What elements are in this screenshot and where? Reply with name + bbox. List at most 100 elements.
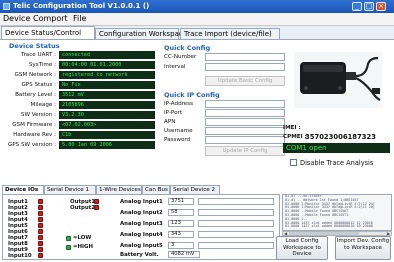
scrollbar-thumb[interactable] [289,232,359,235]
gps-sw-version-label: GPS SW version : [7,142,56,148]
tab-serial-device-1[interactable]: Serial Device 1 [44,185,96,194]
gsm-network-value: registered to network [59,71,155,79]
disable-trace-checkbox[interactable] [290,159,297,166]
input8-led [38,241,43,246]
tab-can-bus[interactable]: Can Bus [142,185,170,194]
password-label: Password [164,137,191,143]
tracker-device-image [294,52,382,108]
systime-label: SysTime : [28,62,56,68]
gps-sw-version-value: 5.00 Jan 09 2006 [59,141,155,149]
analog-input4-value: 343 [168,231,194,238]
low-legend-label: =LOW [73,235,92,241]
imei-label: IMEI : [283,125,301,131]
analog-input-label: Analog Input1 [120,199,163,205]
analog-input-label: Analog Input4 [120,232,163,238]
gsm-firmware-label: GSM Firmware : [12,122,56,128]
cpmei-label: CPMEI : [283,134,307,140]
load-config-to-device-button[interactable]: Load Config Workspace to Device [276,236,328,260]
analog-input1-value: 3751 [168,198,194,205]
trace-uart-label: Trace UART : [20,52,56,58]
tab-serial-device-2[interactable]: Serial Device 2 [170,185,220,194]
ip-port-label: IP-Port [164,110,183,116]
menu-bar: Device Comport File [0,13,394,26]
ip-port-input[interactable] [205,109,285,117]
gps-status-value: No Fix [59,81,155,89]
tab-device-ios[interactable]: Device IOs [2,185,44,194]
hardware-rev-label: Hardware Rev : [13,132,56,138]
sw-version-value: V3.2.30 [59,111,155,119]
ip-address-label: IP-Address [164,101,194,107]
apn-input[interactable] [205,118,285,126]
input9-led [38,247,43,252]
menu-comport[interactable]: Comport [33,13,68,25]
maximize-button[interactable]: □ [364,2,374,11]
input1-led [38,199,43,204]
analog-input3-bar [198,220,274,227]
systime-value: 00:04:00 01.01.2000 [59,61,155,69]
output2-toggle[interactable] [94,205,99,210]
trace-uart-value: connected [59,51,155,59]
trace-log[interactable]: 01.01 ...dc.tracer 01.01 .. Network 1st … [282,194,392,231]
app-window: Telic Configuration Tool V1.0.0.1 () _ □… [0,0,394,262]
tab-configuration-workspace[interactable]: Configuration Workspace [95,28,187,39]
interval-input[interactable] [205,63,285,71]
analog-input5-bar [198,242,274,249]
cc-number-input[interactable] [205,53,285,61]
title-bar: Telic Configuration Tool V1.0.0.1 () _ □… [0,0,394,13]
ip-address-input[interactable] [205,100,285,108]
tab-device-status[interactable]: Device Status/Control [1,26,95,39]
update-ip-config-button[interactable]: Update IP Config [205,146,285,156]
battery-volt-label: Battery Volt. [120,252,159,258]
com-status-box: COM1 open [283,143,390,153]
input5-led [38,223,43,228]
disable-trace-label: Disable Trace Analysis [300,159,374,167]
log-line: 01.0000 1437 slot added 0000000010 10 23… [285,224,373,229]
gsm-firmware-value: <07.02.003> [59,121,155,129]
battery-level-value: 3512 mV [59,91,155,99]
hardware-rev-value: C1b [59,131,155,139]
output-label: Output2 [70,205,96,211]
input-label: Input10 [8,253,32,259]
low-legend-swatch [66,236,71,241]
battery-level-label: Battery Level : [15,92,56,98]
analog-input1-bar [198,198,274,205]
high-legend-swatch [66,245,71,250]
output1-toggle[interactable] [94,199,99,204]
cc-number-label: CC-Number [164,54,197,60]
gps-status-label: GPS Status : [21,82,56,88]
app-icon [3,3,10,10]
import-device-config-button[interactable]: Import Dev. Config to Workspace [335,236,391,260]
analog-input4-bar [198,231,274,238]
menu-file[interactable]: File [73,13,86,25]
input10-led [38,253,43,258]
input7-led [38,235,43,240]
analog-input2-value: 58 [168,209,194,216]
input6-led [38,229,43,234]
password-input[interactable] [205,136,285,144]
analog-input3-value: 123 [168,220,194,227]
analog-input2-bar [198,209,274,216]
gsm-network-label: GSM Network : [14,72,56,78]
analog-input-label: Analog Input2 [120,210,163,216]
username-label: Username [164,128,193,134]
cpmei-value: 357023006187323 [305,133,376,141]
input2-led [38,205,43,210]
tab-1wire-devices[interactable]: 1-Wire Devices [96,185,142,194]
mileage-label: Mileage : [30,102,56,108]
main-tab-bar: Device Status/Control Configuration Work… [0,26,394,39]
sw-version-label: SW Version : [20,112,56,118]
minimize-button[interactable]: _ [352,2,362,11]
input4-led [38,217,43,222]
tab-trace-import[interactable]: Trace Import (device/file) [180,28,280,39]
analog-input-label: Analog Input3 [120,221,163,227]
high-legend-label: =HIGH [73,244,93,250]
update-basic-config-button[interactable]: Update Basic Config [205,76,285,86]
menu-device[interactable]: Device [3,13,30,25]
input3-led [38,211,43,216]
analog-input-label: Analog Input5 [120,243,163,249]
close-button[interactable]: × [376,2,386,11]
window-title: Telic Configuration Tool V1.0.0.1 () [13,2,150,10]
username-input[interactable] [205,127,285,135]
interval-label: Interval [164,64,186,70]
quick-config-title: Quick Config [164,44,211,52]
